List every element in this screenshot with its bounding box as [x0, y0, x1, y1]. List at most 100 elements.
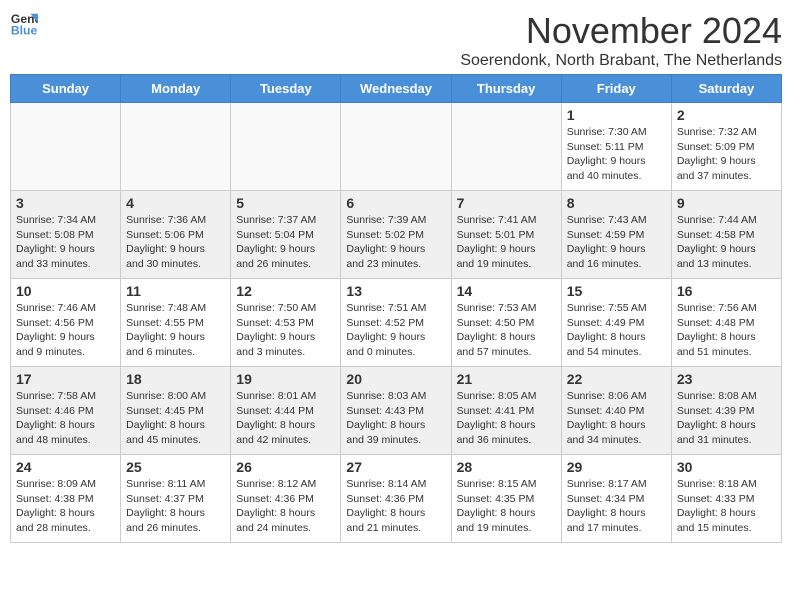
calendar-cell: 23Sunrise: 8:08 AM Sunset: 4:39 PM Dayli… [671, 367, 781, 455]
day-info: Sunrise: 8:00 AM Sunset: 4:45 PM Dayligh… [126, 389, 225, 448]
calendar-week-row: 3 Sunrise: 7:34 AM Sunset: 5:08 PM Daylig… [11, 191, 782, 279]
calendar-week-row: 1 Sunrise: 7:30 AM Sunset: 5:11 PM Daylig… [11, 103, 782, 191]
day-number: 25 [126, 459, 225, 475]
day-info: Sunrise: 8:18 AM Sunset: 4:33 PM Dayligh… [677, 477, 776, 536]
calendar-cell: 26 Sunrise: 8:12 AM Sunset: 4:36 PM Dayli… [231, 455, 341, 543]
day-info: Sunrise: 7:37 AM Sunset: 5:04 PM Dayligh… [236, 213, 335, 272]
day-number: 12 [236, 283, 335, 299]
day-info: Sunrise: 8:06 AM Sunset: 4:40 PM Dayligh… [567, 389, 666, 448]
day-info: Sunrise: 7:46 AM Sunset: 4:56 PM Dayligh… [16, 301, 115, 360]
day-info: Sunrise: 8:03 AM Sunset: 4:43 PM Dayligh… [346, 389, 445, 448]
calendar-cell: 14Sunrise: 7:53 AM Sunset: 4:50 PM Dayli… [451, 279, 561, 367]
day-number: 9 [677, 195, 776, 211]
calendar-cell: 5 Sunrise: 7:37 AM Sunset: 5:04 PM Daylig… [231, 191, 341, 279]
day-number: 4 [126, 195, 225, 211]
calendar-cell: 20 Sunrise: 8:03 AM Sunset: 4:43 PM Dayli… [341, 367, 451, 455]
calendar-cell: 7 Sunrise: 7:41 AM Sunset: 5:01 PM Daylig… [451, 191, 561, 279]
day-info: Sunrise: 8:01 AM Sunset: 4:44 PM Dayligh… [236, 389, 335, 448]
day-number: 1 [567, 107, 666, 123]
calendar-cell: 10Sunrise: 7:46 AM Sunset: 4:56 PM Dayli… [11, 279, 121, 367]
day-number: 15 [567, 283, 666, 299]
day-info: Sunrise: 8:12 AM Sunset: 4:36 PM Dayligh… [236, 477, 335, 536]
day-number: 18 [126, 371, 225, 387]
day-number: 16 [677, 283, 776, 299]
calendar-week-row: 10Sunrise: 7:46 AM Sunset: 4:56 PM Dayli… [11, 279, 782, 367]
page-header: General Blue November 2024 Soerendonk, N… [10, 10, 782, 70]
calendar-cell: 4 Sunrise: 7:36 AM Sunset: 5:06 PM Daylig… [121, 191, 231, 279]
day-info: Sunrise: 7:44 AM Sunset: 4:58 PM Dayligh… [677, 213, 776, 272]
day-number: 19 [236, 371, 335, 387]
day-info: Sunrise: 7:41 AM Sunset: 5:01 PM Dayligh… [457, 213, 556, 272]
day-number: 17 [16, 371, 115, 387]
calendar-cell: 1 Sunrise: 7:30 AM Sunset: 5:11 PM Daylig… [561, 103, 671, 191]
day-info: Sunrise: 8:09 AM Sunset: 4:38 PM Dayligh… [16, 477, 115, 536]
calendar-cell: 30 Sunrise: 8:18 AM Sunset: 4:33 PM Dayli… [671, 455, 781, 543]
calendar-cell: 17 Sunrise: 7:58 AM Sunset: 4:46 PM Dayli… [11, 367, 121, 455]
calendar-cell [11, 103, 121, 191]
day-info: Sunrise: 7:36 AM Sunset: 5:06 PM Dayligh… [126, 213, 225, 272]
day-info: Sunrise: 7:50 AM Sunset: 4:53 PM Dayligh… [236, 301, 335, 360]
calendar-table: SundayMondayTuesdayWednesdayThursdayFrid… [10, 74, 782, 543]
day-info: Sunrise: 8:08 AM Sunset: 4:39 PM Dayligh… [677, 389, 776, 448]
logo: General Blue [10, 10, 38, 38]
day-number: 29 [567, 459, 666, 475]
calendar-cell: 21 Sunrise: 8:05 AM Sunset: 4:41 PM Dayli… [451, 367, 561, 455]
calendar-cell [451, 103, 561, 191]
day-number: 2 [677, 107, 776, 123]
day-header-tuesday: Tuesday [231, 75, 341, 103]
day-info: Sunrise: 7:56 AM Sunset: 4:48 PM Dayligh… [677, 301, 776, 360]
day-info: Sunrise: 8:14 AM Sunset: 4:36 PM Dayligh… [346, 477, 445, 536]
day-number: 3 [16, 195, 115, 211]
day-info: Sunrise: 8:17 AM Sunset: 4:34 PM Dayligh… [567, 477, 666, 536]
calendar-cell: 22 Sunrise: 8:06 AM Sunset: 4:40 PM Dayli… [561, 367, 671, 455]
calendar-cell [231, 103, 341, 191]
calendar-cell: 24Sunrise: 8:09 AM Sunset: 4:38 PM Dayli… [11, 455, 121, 543]
day-header-wednesday: Wednesday [341, 75, 451, 103]
day-info: Sunrise: 7:48 AM Sunset: 4:55 PM Dayligh… [126, 301, 225, 360]
day-info: Sunrise: 7:32 AM Sunset: 5:09 PM Dayligh… [677, 125, 776, 184]
day-info: Sunrise: 8:15 AM Sunset: 4:35 PM Dayligh… [457, 477, 556, 536]
calendar-cell: 12 Sunrise: 7:50 AM Sunset: 4:53 PM Dayli… [231, 279, 341, 367]
calendar-cell [121, 103, 231, 191]
day-info: Sunrise: 7:34 AM Sunset: 5:08 PM Dayligh… [16, 213, 115, 272]
day-number: 22 [567, 371, 666, 387]
day-header-monday: Monday [121, 75, 231, 103]
day-number: 11 [126, 283, 225, 299]
svg-text:Blue: Blue [11, 23, 38, 37]
calendar-cell: 25 Sunrise: 8:11 AM Sunset: 4:37 PM Dayli… [121, 455, 231, 543]
calendar-cell: 19 Sunrise: 8:01 AM Sunset: 4:44 PM Dayli… [231, 367, 341, 455]
day-number: 30 [677, 459, 776, 475]
day-number: 20 [346, 371, 445, 387]
day-number: 6 [346, 195, 445, 211]
day-header-saturday: Saturday [671, 75, 781, 103]
calendar-cell: 15 Sunrise: 7:55 AM Sunset: 4:49 PM Dayli… [561, 279, 671, 367]
day-header-friday: Friday [561, 75, 671, 103]
day-header-thursday: Thursday [451, 75, 561, 103]
calendar-cell: 2 Sunrise: 7:32 AM Sunset: 5:09 PM Daylig… [671, 103, 781, 191]
day-info: Sunrise: 7:55 AM Sunset: 4:49 PM Dayligh… [567, 301, 666, 360]
calendar-cell: 9 Sunrise: 7:44 AM Sunset: 4:58 PM Daylig… [671, 191, 781, 279]
calendar-cell: 18 Sunrise: 8:00 AM Sunset: 4:45 PM Dayli… [121, 367, 231, 455]
day-info: Sunrise: 7:58 AM Sunset: 4:46 PM Dayligh… [16, 389, 115, 448]
day-header-sunday: Sunday [11, 75, 121, 103]
month-title: November 2024 [460, 10, 782, 52]
calendar-cell: 8Sunrise: 7:43 AM Sunset: 4:59 PM Daylig… [561, 191, 671, 279]
calendar-cell: 6 Sunrise: 7:39 AM Sunset: 5:02 PM Daylig… [341, 191, 451, 279]
day-number: 7 [457, 195, 556, 211]
day-number: 5 [236, 195, 335, 211]
calendar-cell: 13Sunrise: 7:51 AM Sunset: 4:52 PM Dayli… [341, 279, 451, 367]
calendar-cell: 16 Sunrise: 7:56 AM Sunset: 4:48 PM Dayli… [671, 279, 781, 367]
day-info: Sunrise: 7:30 AM Sunset: 5:11 PM Dayligh… [567, 125, 666, 184]
location-subtitle: Soerendonk, North Brabant, The Netherlan… [460, 52, 782, 70]
day-number: 21 [457, 371, 556, 387]
day-number: 28 [457, 459, 556, 475]
calendar-cell: 27Sunrise: 8:14 AM Sunset: 4:36 PM Dayli… [341, 455, 451, 543]
calendar-week-row: 24Sunrise: 8:09 AM Sunset: 4:38 PM Dayli… [11, 455, 782, 543]
day-info: Sunrise: 8:05 AM Sunset: 4:41 PM Dayligh… [457, 389, 556, 448]
calendar-header-row: SundayMondayTuesdayWednesdayThursdayFrid… [11, 75, 782, 103]
day-info: Sunrise: 8:11 AM Sunset: 4:37 PM Dayligh… [126, 477, 225, 536]
day-info: Sunrise: 7:39 AM Sunset: 5:02 PM Dayligh… [346, 213, 445, 272]
calendar-cell: 28 Sunrise: 8:15 AM Sunset: 4:35 PM Dayli… [451, 455, 561, 543]
day-number: 14 [457, 283, 556, 299]
day-number: 26 [236, 459, 335, 475]
